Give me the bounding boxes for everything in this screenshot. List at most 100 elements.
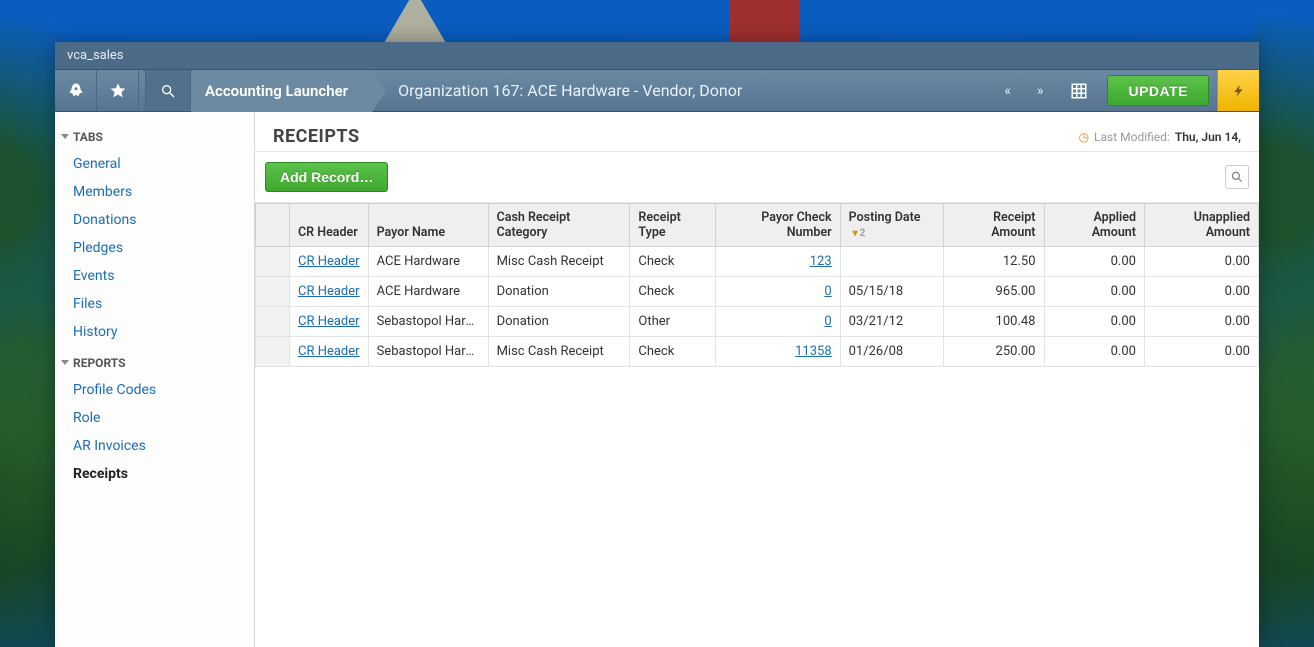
row-handle[interactable] — [256, 307, 290, 337]
table-row: CR HeaderSebastopol Hard…DonationOther00… — [256, 307, 1259, 337]
sidebar-item-members[interactable]: Members — [55, 178, 254, 206]
cell-applied-amount: 0.00 — [1044, 337, 1144, 367]
row-handle[interactable] — [256, 247, 290, 277]
cell-check-number: 0 — [715, 277, 840, 307]
cell-payor-name: ACE Hardware — [368, 277, 488, 307]
col-applied-amount[interactable]: Applied Amount — [1044, 204, 1144, 247]
col-cr-header[interactable]: CR Header — [290, 204, 369, 247]
rocket-icon[interactable] — [55, 70, 97, 111]
row-handle[interactable] — [256, 337, 290, 367]
col-posting-date[interactable]: Posting Date ▾2 — [840, 204, 944, 247]
cell-receipt-type: Check — [630, 277, 715, 307]
table-row: CR Header Sebastopol Hard…Misc Cash Recei… — [256, 337, 1259, 367]
cell-category: Donation — [488, 277, 630, 307]
breadcrumb-launcher[interactable]: Accounting Launcher — [191, 70, 372, 112]
sidebar-item-general[interactable]: General — [55, 150, 254, 178]
cell-cr-header: CR Header — [290, 307, 369, 337]
receipts-grid: CR Header Payor Name Cash Receipt Catego… — [255, 203, 1259, 367]
cell-unapplied-amount: 0.00 — [1144, 307, 1258, 337]
cell-check-number: 11358 — [715, 337, 840, 367]
content-area: RECEIPTS ◷ Last Modified: Thu, Jun 14, A… — [255, 112, 1259, 647]
check-number-link[interactable]: 0 — [824, 284, 831, 299]
table-row: CR Header ACE HardwareDonationCheck 0 05/15… — [256, 277, 1259, 307]
cr-header-link[interactable]: CR Header — [298, 254, 360, 269]
row-handle-header — [256, 204, 290, 247]
col-posting-date-label: Posting Date — [849, 210, 921, 225]
col-cash-receipt-category[interactable]: Cash Receipt Category — [488, 204, 630, 247]
sidebar: TABS GeneralMembersDonationsPledgesEvent… — [55, 112, 255, 647]
cell-posting-date — [840, 247, 944, 277]
page-title: RECEIPTS — [273, 126, 360, 147]
cell-payor-name: ACE Hardware — [368, 247, 488, 277]
sidebar-item-receipts[interactable]: Receipts — [55, 460, 254, 488]
table-row: CR Header ACE HardwareMisc Cash ReceiptCh… — [256, 247, 1259, 277]
check-number-link[interactable]: 0 — [824, 314, 831, 329]
sidebar-header-tabs[interactable]: TABS — [55, 120, 254, 150]
row-handle[interactable] — [256, 277, 290, 307]
cell-applied-amount: 0.00 — [1044, 277, 1144, 307]
next-record-icon[interactable]: » — [1037, 83, 1044, 99]
toolbar-search-button[interactable] — [145, 70, 191, 111]
sidebar-item-pledges[interactable]: Pledges — [55, 234, 254, 262]
sidebar-item-donations[interactable]: Donations — [55, 206, 254, 234]
check-number-link[interactable]: 123 — [810, 254, 832, 269]
sidebar-item-events[interactable]: Events — [55, 262, 254, 290]
bolt-icon[interactable] — [1217, 70, 1259, 111]
cell-receipt-amount: 250.00 — [944, 337, 1044, 367]
cell-check-number: 123 — [715, 247, 840, 277]
cr-header-link[interactable]: CR Header — [298, 284, 360, 299]
window-title: vca_sales — [67, 48, 124, 63]
sidebar-item-history[interactable]: History — [55, 318, 254, 346]
last-modified-date: Thu, Jun 14, — [1175, 130, 1241, 144]
cr-header-link[interactable]: CR Header — [298, 344, 360, 359]
cell-unapplied-amount: 0.00 — [1144, 277, 1258, 307]
cell-receipt-amount: 965.00 — [944, 277, 1044, 307]
sidebar-item-role[interactable]: Role — [55, 404, 254, 432]
star-icon[interactable] — [97, 70, 139, 111]
last-modified: ◷ Last Modified: Thu, Jun 14, — [1079, 130, 1241, 144]
clock-icon: ◷ — [1079, 130, 1089, 144]
breadcrumb: Accounting Launcher Organization 167: AC… — [191, 70, 742, 111]
sidebar-item-profile-codes[interactable]: Profile Codes — [55, 376, 254, 404]
window-titlebar: vca_sales — [55, 42, 1259, 70]
cell-payor-name: Sebastopol Hard… — [368, 337, 488, 367]
cell-receipt-type: Check — [630, 247, 715, 277]
cell-posting-date: 03/21/12 — [840, 307, 944, 337]
check-number-link[interactable]: 11358 — [795, 344, 832, 359]
col-payor-check-number[interactable]: Payor Check Number — [715, 204, 840, 247]
update-button[interactable]: UPDATE — [1107, 75, 1209, 106]
main-toolbar: Accounting Launcher Organization 167: AC… — [55, 70, 1259, 112]
add-record-button[interactable]: Add Record… — [265, 162, 388, 192]
cell-receipt-type: Other — [630, 307, 715, 337]
sidebar-item-files[interactable]: Files — [55, 290, 254, 318]
cell-check-number: 0 — [715, 307, 840, 337]
cell-posting-date: 05/15/18 — [840, 277, 944, 307]
app-window: vca_sales Accounting Launcher Organizati… — [55, 42, 1259, 647]
cr-header-link[interactable]: CR Header — [298, 314, 360, 329]
sort-indicator-icon: ▾2 — [853, 228, 866, 239]
cell-receipt-type: Check — [630, 337, 715, 367]
col-receipt-amount[interactable]: Receipt Amount — [944, 204, 1044, 247]
sidebar-header-reports[interactable]: REPORTS — [55, 346, 254, 376]
grid-view-icon[interactable] — [1059, 70, 1099, 111]
record-nav: « » — [988, 70, 1059, 111]
cell-category: Misc Cash Receipt — [488, 337, 630, 367]
prev-record-icon[interactable]: « — [1004, 83, 1011, 99]
grid-search-button[interactable] — [1225, 165, 1249, 189]
cell-cr-header: CR Header — [290, 337, 369, 367]
cell-unapplied-amount: 0.00 — [1144, 337, 1258, 367]
breadcrumb-record[interactable]: Organization 167: ACE Hardware - Vendor,… — [372, 70, 742, 112]
cell-receipt-amount: 100.48 — [944, 307, 1044, 337]
cell-receipt-amount: 12.50 — [944, 247, 1044, 277]
cell-applied-amount: 0.00 — [1044, 247, 1144, 277]
sidebar-item-ar-invoices[interactable]: AR Invoices — [55, 432, 254, 460]
cell-payor-name: Sebastopol Hard… — [368, 307, 488, 337]
cell-posting-date: 01/26/08 — [840, 337, 944, 367]
col-payor-name[interactable]: Payor Name — [368, 204, 488, 247]
last-modified-label: Last Modified: — [1094, 130, 1170, 144]
cell-applied-amount: 0.00 — [1044, 307, 1144, 337]
cell-unapplied-amount: 0.00 — [1144, 247, 1258, 277]
col-unapplied-amount[interactable]: Unapplied Amount — [1144, 204, 1258, 247]
col-receipt-type[interactable]: Receipt Type — [630, 204, 715, 247]
cell-category: Misc Cash Receipt — [488, 247, 630, 277]
